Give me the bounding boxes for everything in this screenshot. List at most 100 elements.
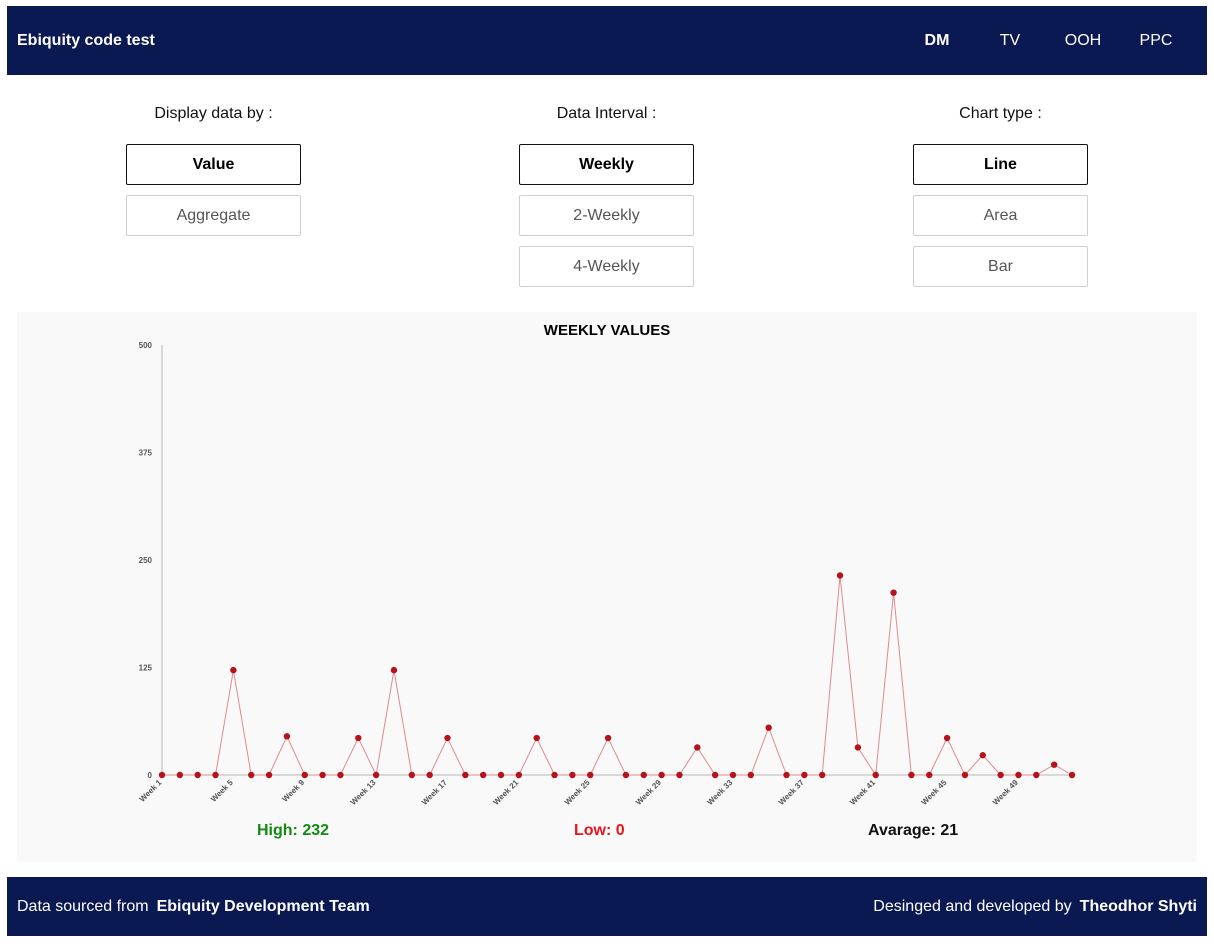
data-point	[872, 771, 879, 779]
data-point	[444, 734, 451, 742]
data-point	[355, 734, 362, 742]
data-point	[854, 744, 862, 751]
data-point	[890, 589, 897, 596]
option-aggregate[interactable]: Aggregate	[126, 195, 301, 236]
data-point	[319, 771, 326, 779]
x-tick-label: Week 37	[777, 778, 806, 807]
x-tick-label: Week 33	[705, 778, 734, 807]
data-point	[961, 771, 969, 779]
data-point	[1033, 771, 1040, 779]
x-tick-label: Week 5	[209, 778, 235, 804]
data-point	[497, 771, 505, 779]
option-2-weekly[interactable]: 2-Weekly	[519, 195, 694, 236]
data-point	[640, 771, 647, 779]
x-tick-label: Week 13	[349, 778, 378, 807]
data-point	[997, 771, 1004, 779]
data-point	[372, 771, 380, 779]
data-point	[265, 771, 273, 779]
data-point	[604, 734, 612, 742]
data-point	[943, 734, 951, 742]
data-point	[479, 771, 487, 779]
data-interval-group: Data Interval : Weekly 2-Weekly 4-Weekly	[519, 100, 694, 297]
x-tick-label: Week 29	[634, 778, 663, 807]
option-4-weekly[interactable]: 4-Weekly	[519, 246, 694, 287]
option-weekly[interactable]: Weekly	[519, 144, 694, 185]
chart-panel: 0 125 250 375 500 Week 1 Week 5 Week 9 Week 13 We…	[17, 312, 1197, 862]
x-tick-label: Week 9	[280, 778, 306, 804]
data-point	[694, 744, 701, 751]
data-point	[1068, 771, 1076, 779]
data-point	[783, 771, 790, 779]
main-nav: DM TV OOH PPC	[907, 6, 1207, 75]
y-tick-label: 250	[139, 556, 153, 565]
data-point	[248, 771, 255, 779]
option-value[interactable]: Value	[126, 144, 301, 185]
footer-source-name: Ebiquity Development Team	[156, 898, 370, 915]
data-point	[908, 771, 915, 779]
app-header: Ebiquity code test DM TV OOH PPC	[7, 6, 1207, 75]
x-tick-label: Week 41	[848, 778, 877, 807]
footer-source: Data sourced from Ebiquity Development Te…	[17, 877, 370, 936]
series-line	[162, 575, 1073, 777]
data-point	[818, 771, 826, 779]
x-tick-label: Week 17	[420, 778, 449, 807]
brand-title: Ebiquity code test	[17, 32, 155, 49]
data-point	[462, 771, 469, 779]
data-point	[711, 771, 719, 779]
data-point	[230, 666, 237, 674]
x-tick-label: Week 1	[138, 778, 164, 804]
nav-item-ppc[interactable]: PPC	[1126, 6, 1186, 75]
data-point	[551, 771, 558, 779]
nav-item-tv[interactable]: TV	[980, 6, 1040, 75]
data-point	[194, 771, 201, 779]
nav-item-dm[interactable]: DM	[907, 6, 967, 75]
option-area[interactable]: Area	[913, 195, 1088, 236]
data-point	[426, 771, 433, 779]
data-point	[390, 666, 398, 674]
x-tick-label: Week 21	[491, 778, 520, 807]
data-point	[926, 771, 933, 779]
data-point	[158, 771, 166, 779]
data-point	[533, 734, 540, 742]
option-line[interactable]: Line	[913, 144, 1088, 185]
data-point	[765, 724, 772, 731]
option-bar[interactable]: Bar	[913, 246, 1088, 287]
data-point	[979, 752, 986, 759]
footer-credit-prefix: Desinged and developed by	[873, 898, 1072, 915]
data-point	[836, 572, 844, 579]
chart-type-label: Chart type :	[959, 105, 1042, 122]
y-tick-label: 500	[139, 341, 153, 350]
x-tick-label: Week 49	[991, 778, 1020, 807]
x-tick-label: Week 45	[920, 778, 949, 807]
data-point	[801, 771, 808, 779]
line-chart: 0 125 250 375 500 Week 1 Week 5 Week 9 Week 13 We…	[138, 341, 1076, 807]
footer-source-prefix: Data sourced from	[17, 898, 149, 915]
nav-item-ooh[interactable]: OOH	[1053, 6, 1113, 75]
app-footer: Data sourced from Ebiquity Development Te…	[7, 877, 1207, 936]
data-interval-label: Data Interval :	[556, 105, 657, 122]
data-point	[747, 771, 755, 779]
data-point	[587, 771, 594, 779]
data-point	[676, 771, 683, 779]
display-by-group: Display data by : Value Aggregate	[126, 100, 301, 246]
data-point	[622, 771, 630, 779]
data-point	[408, 771, 416, 779]
stat-average: Avarage: 21	[868, 822, 959, 839]
chart-title: WEEKLY VALUES	[543, 322, 671, 339]
data-point	[658, 771, 665, 779]
footer-credit-name: Theodhor Shyti	[1079, 898, 1197, 915]
x-tick-label: Week 25	[563, 778, 592, 807]
footer-credit: Desinged and developed by Theodhor Shyti	[873, 877, 1197, 936]
stat-low: Low: 0	[574, 822, 625, 839]
data-point	[569, 771, 576, 779]
data-point	[1050, 761, 1058, 768]
display-by-label: Display data by :	[154, 105, 273, 122]
data-point	[283, 733, 291, 740]
chart-type-group: Chart type : Line Area Bar	[913, 100, 1088, 297]
data-point	[301, 771, 308, 779]
y-tick-label: 0	[148, 771, 153, 780]
y-tick-label: 375	[139, 449, 153, 458]
data-point	[515, 771, 523, 779]
data-point	[212, 771, 219, 779]
data-point	[176, 771, 184, 779]
